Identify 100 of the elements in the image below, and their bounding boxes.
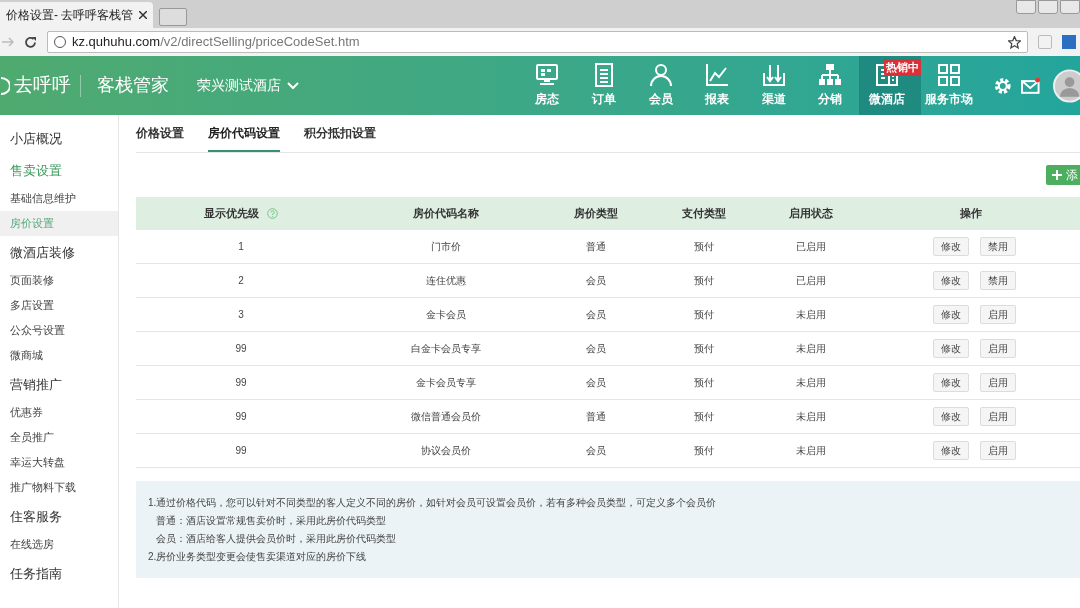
table-cell-text: 3 — [238, 308, 244, 322]
sidebar-section[interactable]: 住客服务 — [0, 502, 118, 532]
note-text: 2.房价业务类型变更会使售卖渠道对应的房价下线 — [148, 550, 368, 564]
table-cell-text: 微信普通会员价 — [411, 410, 481, 424]
table-cell-text: 已启用 — [796, 240, 826, 254]
table-cell-text: 预付 — [693, 376, 714, 390]
sidebar-section[interactable]: 任务指南 — [0, 559, 118, 589]
sidebar-item[interactable]: 全员推广 — [0, 425, 118, 450]
table-cell-text: 未启用 — [796, 376, 826, 390]
new-tab-button[interactable] — [159, 8, 188, 26]
table-cell-text: 普通 — [586, 410, 606, 424]
column-header: 显示优先级 — [204, 206, 259, 222]
hot-badge: 热销中 — [884, 59, 922, 76]
plus-icon — [1052, 170, 1062, 180]
action-button[interactable]: 启用 — [980, 441, 1016, 460]
grid-icon — [937, 63, 962, 87]
sidebar-section[interactable]: 小店概况 — [0, 124, 118, 154]
nav-tab[interactable]: 热销中 微酒店 — [858, 56, 922, 115]
table-cell-text: 预付 — [693, 240, 714, 254]
sidebar-item[interactable]: 公众号设置 — [0, 318, 118, 343]
sidebar-section[interactable]: 微酒店装修 — [0, 238, 118, 268]
sidebar-item[interactable]: 多店设置 — [0, 293, 118, 318]
chevron-down-icon — [286, 81, 299, 90]
table-cell-text: 连住优惠 — [426, 274, 466, 288]
column-header: 启用状态 — [789, 206, 833, 222]
table-cell-text: 预付 — [693, 444, 714, 458]
logo-text: 去呼呼 — [14, 73, 71, 98]
address-bar[interactable]: kz.quhuhu.com/v2/directSelling/priceCodeSet.htm — [47, 31, 1028, 53]
action-button[interactable]: 启用 — [980, 373, 1016, 392]
forward-icon[interactable] — [2, 37, 14, 47]
table-cell-text: 预付 — [693, 308, 714, 322]
note-text: 1.通过价格代码，您可以针对不同类型的客人定义不同的房价，如针对会员可设置会员价，若有多种会员类型，可定义多个会员价 — [148, 496, 718, 510]
reload-icon[interactable] — [24, 35, 37, 49]
table-cell-text: 99 — [235, 410, 247, 424]
table-cell-text: 会员 — [586, 444, 606, 458]
hierarchy-icon — [818, 63, 843, 87]
action-button[interactable]: 修改 — [933, 305, 969, 324]
table-cell-text: 未启用 — [796, 410, 826, 424]
table-cell-text: 普通 — [586, 240, 606, 254]
action-button[interactable]: 启用 — [980, 407, 1016, 426]
mail-icon[interactable] — [1021, 76, 1041, 95]
table-cell-text: 99 — [235, 444, 247, 458]
action-button[interactable]: 修改 — [933, 339, 969, 358]
table-cell-text: 会员 — [586, 342, 606, 356]
table-cell-text: 会员 — [586, 308, 606, 322]
table-cell-text: 1 — [238, 240, 244, 254]
table-cell-text: 已启用 — [796, 274, 826, 288]
action-button[interactable]: 修改 — [933, 237, 969, 256]
column-header: 操作 — [959, 206, 982, 222]
table-cell-text: 99 — [235, 342, 247, 356]
star-icon[interactable] — [1008, 35, 1021, 49]
table-cell-text: 预付 — [693, 342, 714, 356]
table-cell-text: 门市价 — [431, 240, 461, 254]
avatar-icon[interactable] — [1052, 68, 1080, 103]
table-cell-text: 预付 — [693, 410, 714, 424]
logo-icon — [0, 76, 10, 95]
tab[interactable]: 价格设置 — [136, 115, 184, 152]
table-cell-text: 未启用 — [796, 308, 826, 322]
monitor-icon — [535, 63, 560, 87]
action-button[interactable]: 修改 — [933, 271, 969, 290]
help-icon[interactable] — [267, 208, 278, 219]
sidebar-item[interactable]: 推广物料下载 — [0, 475, 118, 500]
column-header: 支付类型 — [681, 206, 726, 222]
download-icon — [761, 63, 786, 87]
sidebar-section[interactable]: 营销推广 — [0, 370, 118, 400]
table-cell-text: 99 — [235, 376, 247, 390]
line-chart-icon — [705, 63, 730, 87]
table-cell-text: 白金卡会员专享 — [411, 342, 481, 356]
action-button[interactable]: 禁用 — [980, 271, 1016, 290]
action-button[interactable]: 修改 — [933, 441, 969, 460]
browser-tab[interactable]: 价格设置- 去呼呼客栈管 — [0, 2, 154, 28]
sidebar-item[interactable]: 优惠券 — [0, 400, 118, 425]
tab[interactable]: 房价代码设置 — [208, 115, 280, 152]
action-button[interactable]: 启用 — [980, 339, 1016, 358]
sidebar-item[interactable]: 幸运大转盘 — [0, 450, 118, 475]
tab[interactable]: 积分抵扣设置 — [304, 115, 376, 152]
table-cell-text: 金卡会员 — [426, 308, 466, 322]
sidebar-item[interactable]: 基础信息维护 — [0, 186, 118, 211]
column-header: 房价类型 — [574, 206, 618, 222]
table-cell-text: 会员 — [586, 376, 606, 390]
sidebar-item[interactable]: 微商城 — [0, 343, 118, 368]
action-button[interactable]: 修改 — [933, 373, 969, 392]
action-button[interactable]: 启用 — [980, 305, 1016, 324]
sidebar-item[interactable]: 在线选房 — [0, 532, 118, 557]
sidebar-section[interactable]: 售卖设置 — [0, 156, 118, 186]
sidebar-item[interactable]: 页面装修 — [0, 268, 118, 293]
close-icon[interactable] — [139, 11, 148, 19]
table-cell-text: 2 — [238, 274, 244, 288]
product-name: 客栈管家 — [96, 74, 170, 97]
table-cell-text: 会员 — [586, 274, 606, 288]
table-cell-text: 未启用 — [796, 342, 826, 356]
action-button[interactable]: 修改 — [933, 407, 969, 426]
table-cell-text: 预付 — [693, 274, 714, 288]
note-text: 会员：酒店给客人提供会员价时，采用此房价代码类型 — [155, 532, 397, 546]
table-cell-text: 未启用 — [796, 444, 826, 458]
action-button[interactable]: 禁用 — [980, 237, 1016, 256]
url-text: kz.quhuhu.com/v2/directSelling/priceCodeSet.htm — [72, 33, 360, 52]
column-header: 房价代码名称 — [413, 206, 479, 222]
settings-icon[interactable] — [993, 76, 1012, 95]
note-text: 普通：酒店设置常规售卖价时，采用此房价代码类型 — [155, 514, 387, 528]
